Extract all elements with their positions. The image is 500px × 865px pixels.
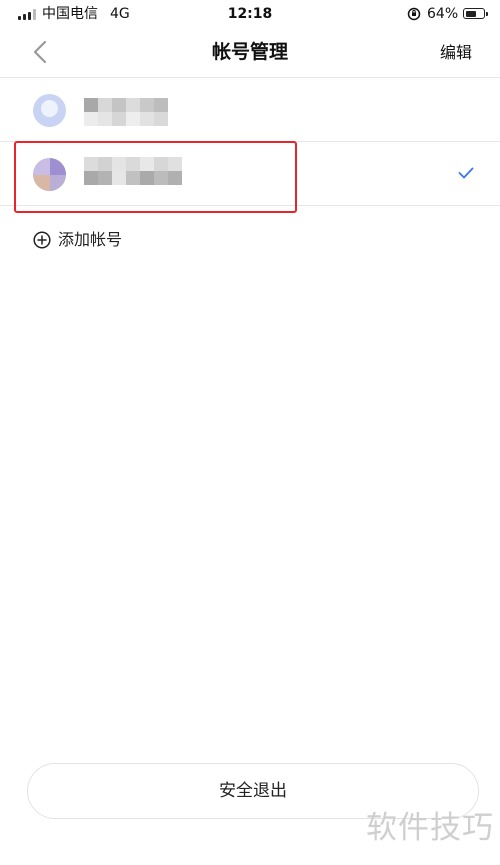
- battery-percent: 64%: [427, 6, 459, 22]
- avatar: [33, 158, 66, 191]
- add-account-button[interactable]: 添加帐号: [33, 228, 122, 252]
- plus-circle-icon: [33, 231, 51, 249]
- battery-level-fill: [465, 10, 476, 17]
- status-bar: 中国电信 4G 12:18 64%: [0, 0, 500, 28]
- rotation-lock-icon: [407, 7, 421, 21]
- account-name-pixelated: [84, 112, 168, 126]
- avatar: [33, 94, 66, 127]
- page-title: 帐号管理: [211, 41, 288, 63]
- navigation-bar: 帐号管理 编辑: [0, 28, 500, 78]
- account-name-pixelated: [84, 98, 168, 112]
- account-list: [0, 78, 500, 206]
- account-item[interactable]: [0, 78, 500, 142]
- account-name-pixelated: [84, 171, 182, 185]
- edit-button[interactable]: 编辑: [440, 42, 472, 64]
- add-account-label: 添加帐号: [58, 230, 123, 249]
- account-management-screen: 中国电信 4G 12:18 64% 帐号管理 编辑 添加帐号 安全退出 软件技巧: [0, 0, 500, 865]
- check-icon: [458, 167, 474, 179]
- battery-icon: [463, 8, 488, 19]
- watermark-text: 软件技巧: [366, 810, 494, 846]
- account-item-selected[interactable]: [0, 142, 500, 206]
- account-name-pixelated: [84, 157, 182, 171]
- status-time: 12:18: [227, 6, 273, 22]
